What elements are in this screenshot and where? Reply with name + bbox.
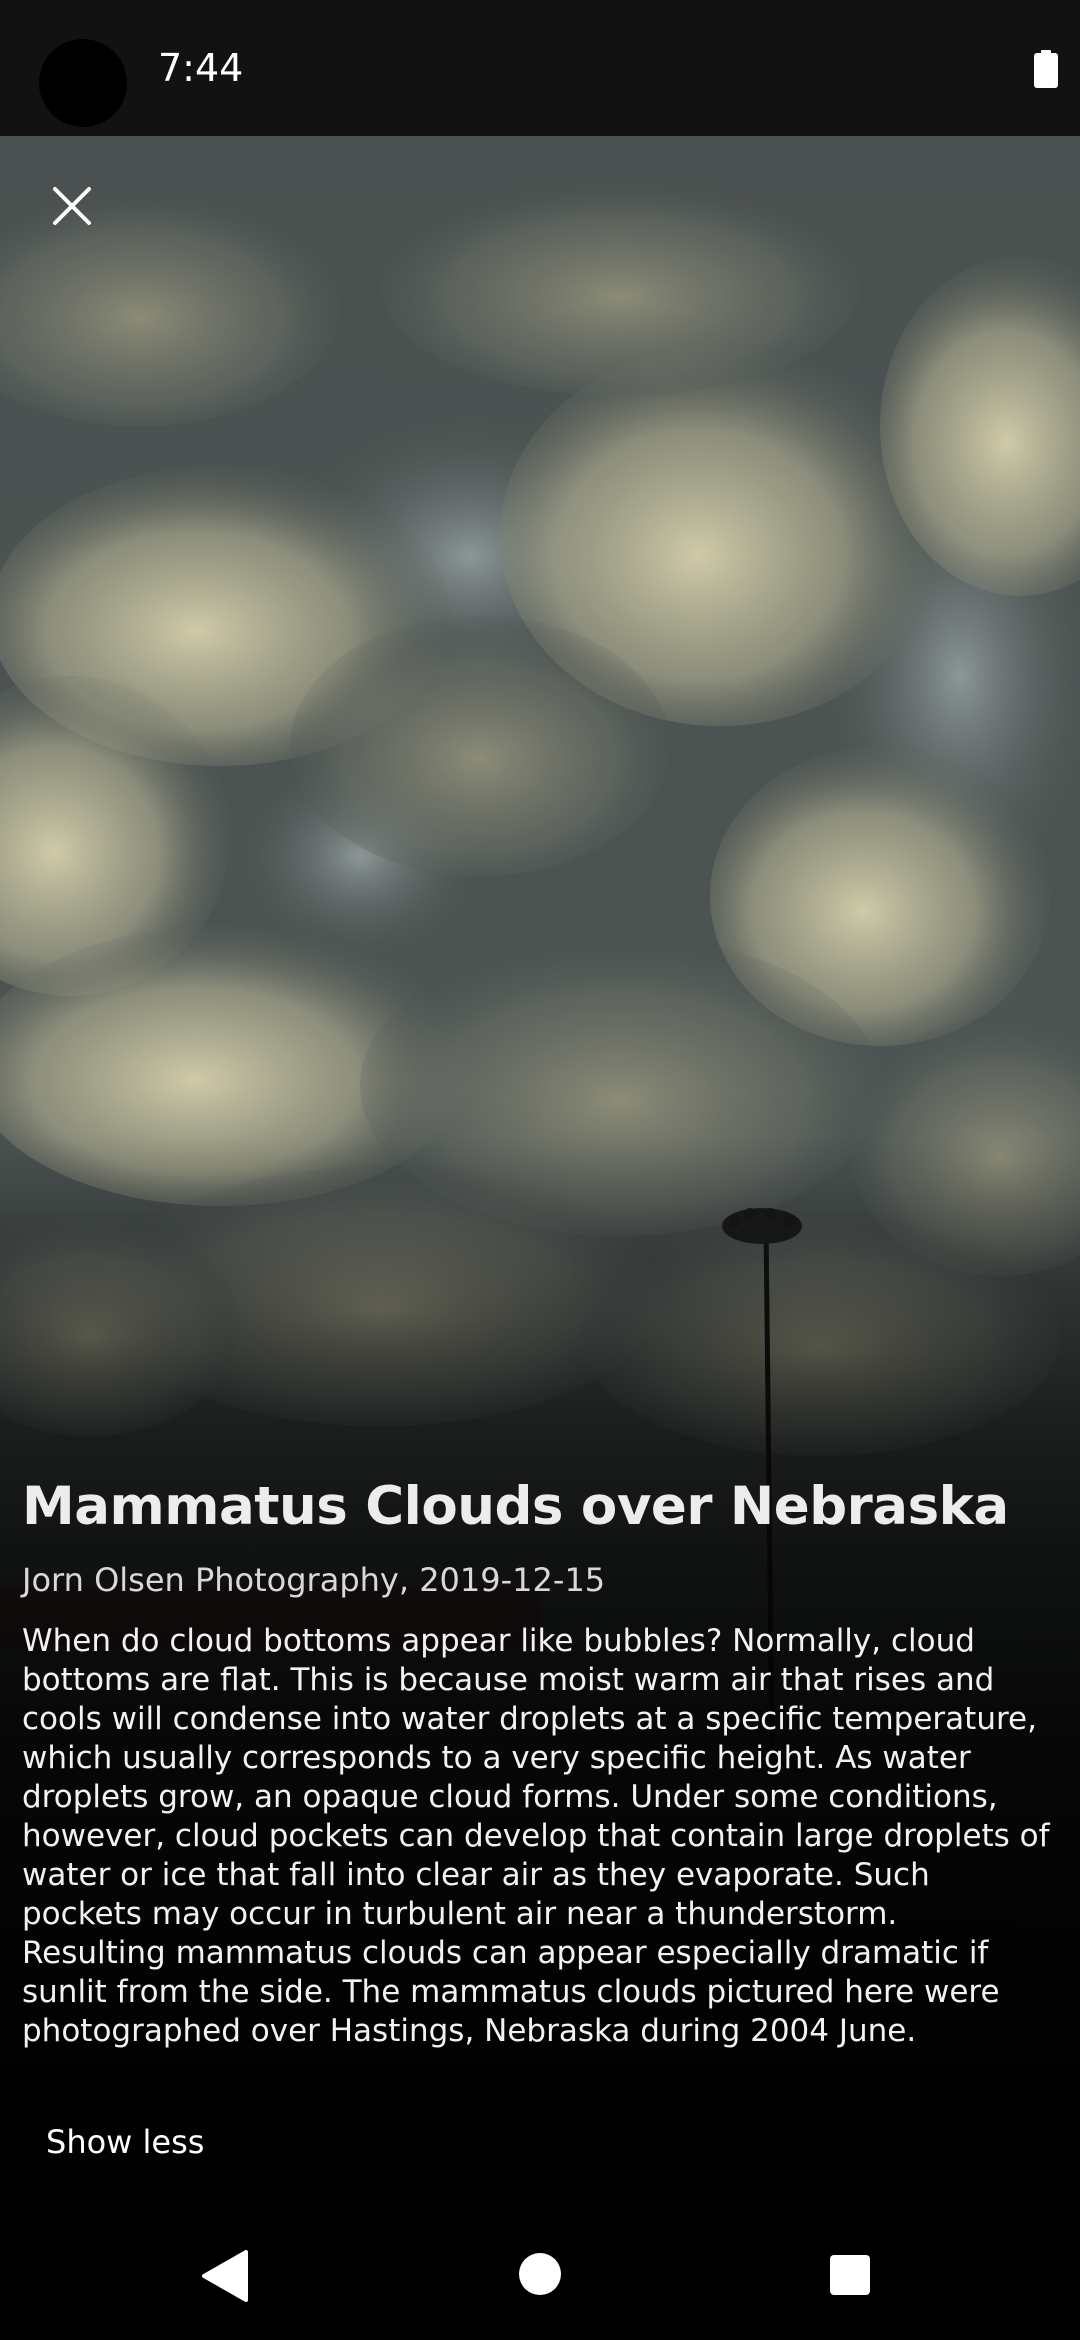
description-line: however, cloud pockets can develop that … bbox=[22, 1818, 1050, 1854]
article-title: Mammatus Clouds over Nebraska bbox=[22, 1476, 1009, 1537]
description-line: Resulting mammatus clouds can appear esp… bbox=[22, 1935, 989, 1971]
description-line: pockets may occur in turbulent air near … bbox=[22, 1896, 898, 1932]
description-line: cools will condense into water droplets … bbox=[22, 1701, 1037, 1737]
camera-cutout bbox=[39, 39, 127, 127]
description-line: droplets grow, an opaque cloud forms. Un… bbox=[22, 1779, 998, 1815]
recents-icon[interactable] bbox=[830, 2255, 870, 2295]
description-line: bottoms are flat. This is because moist … bbox=[22, 1662, 995, 1698]
back-icon[interactable] bbox=[200, 2248, 252, 2304]
description-line: which usually corresponds to a very spec… bbox=[22, 1740, 971, 1776]
description-line: photographed over Hastings, Nebraska dur… bbox=[22, 2013, 917, 2049]
status-bar: 7:44 bbox=[0, 0, 1080, 136]
description-line: water or ice that fall into clear air as… bbox=[22, 1857, 930, 1893]
article-credit: Jorn Olsen Photography, 2019-12-15 bbox=[22, 1561, 606, 1599]
close-button[interactable] bbox=[36, 170, 108, 242]
home-icon[interactable] bbox=[519, 2253, 561, 2295]
battery-icon bbox=[1034, 50, 1058, 88]
show-less-button[interactable]: Show less bbox=[24, 2112, 226, 2172]
article-description: When do cloud bottoms appear like bubble… bbox=[22, 1622, 1067, 2051]
description-line: sunlit from the side. The mammatus cloud… bbox=[22, 1974, 1000, 2010]
close-icon bbox=[53, 187, 91, 225]
article-content: Mammatus Clouds over Nebraska Jorn Olsen… bbox=[22, 1470, 1062, 2051]
description-line: When do cloud bottoms appear like bubble… bbox=[22, 1623, 975, 1659]
status-time: 7:44 bbox=[158, 46, 244, 90]
navigation-bar bbox=[0, 2212, 1080, 2340]
screen: 7:44 Mammatus Clouds over Nebraska Jorn … bbox=[0, 0, 1080, 2340]
